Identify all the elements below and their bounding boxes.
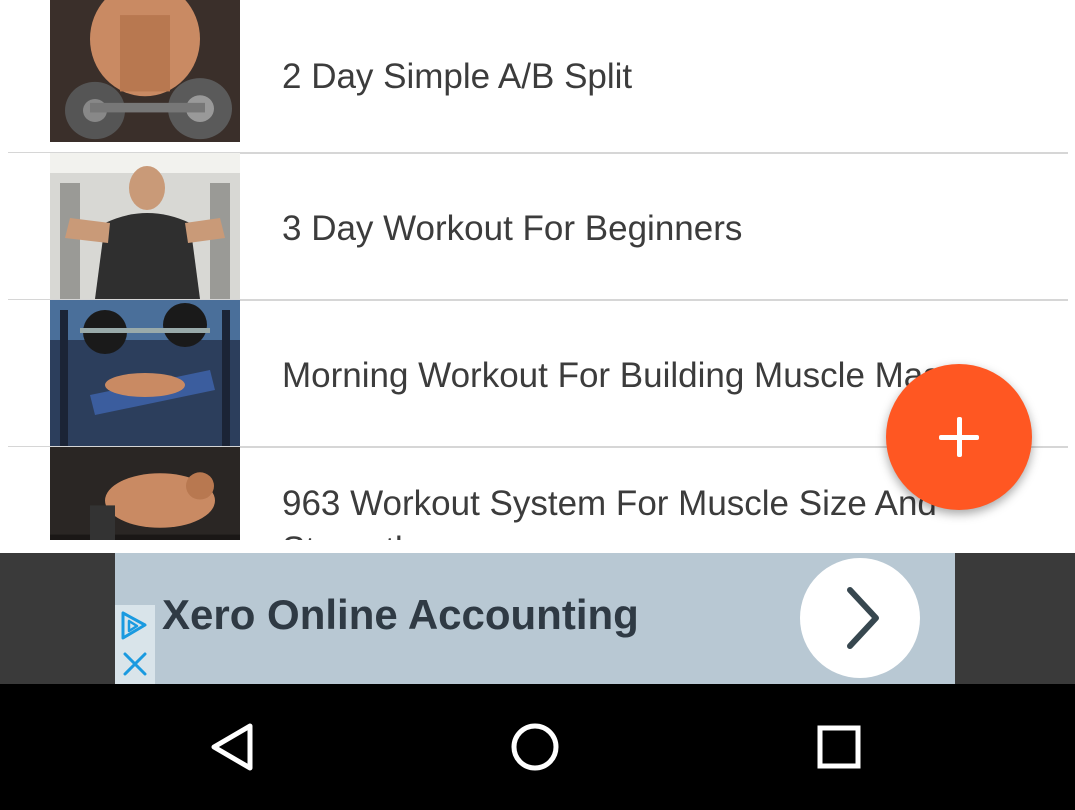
recents-icon — [817, 725, 861, 769]
list-item-title: Morning Workout For Building Muscle Mass — [282, 356, 959, 395]
chevron-right-icon — [847, 587, 879, 649]
close-icon[interactable] — [115, 645, 155, 684]
ad-bar: Xero Online Accounting — [0, 553, 1075, 684]
dumbbell-workout-thumbnail — [50, 0, 240, 149]
system-navigation-bar — [0, 684, 1075, 810]
list-item[interactable]: 2 Day Simple A/B Split — [8, 0, 1068, 154]
recents-button[interactable] — [812, 720, 866, 774]
list-item-title: 3 Day Workout For Beginners — [282, 209, 743, 248]
add-workout-button[interactable] — [886, 364, 1032, 510]
back-icon — [211, 723, 253, 771]
list-item-title: 2 Day Simple A/B Split — [282, 57, 633, 96]
list-item-title: 963 Workout System For Muscle Size And S… — [282, 484, 937, 540]
back-button[interactable] — [206, 720, 260, 774]
bench-press-thumbnail — [50, 300, 240, 446]
ad-choices-icon[interactable] — [115, 605, 155, 645]
home-icon — [511, 723, 559, 771]
ad-title[interactable]: Xero Online Accounting — [162, 591, 639, 639]
dumbbell-row-thumbnail — [50, 447, 240, 540]
list-item[interactable]: 3 Day Workout For Beginners — [8, 152, 1068, 301]
ad-banner[interactable]: Xero Online Accounting — [115, 553, 955, 684]
cable-workout-thumbnail — [50, 153, 240, 299]
ad-go-button[interactable] — [800, 558, 920, 678]
home-button[interactable] — [508, 720, 562, 774]
